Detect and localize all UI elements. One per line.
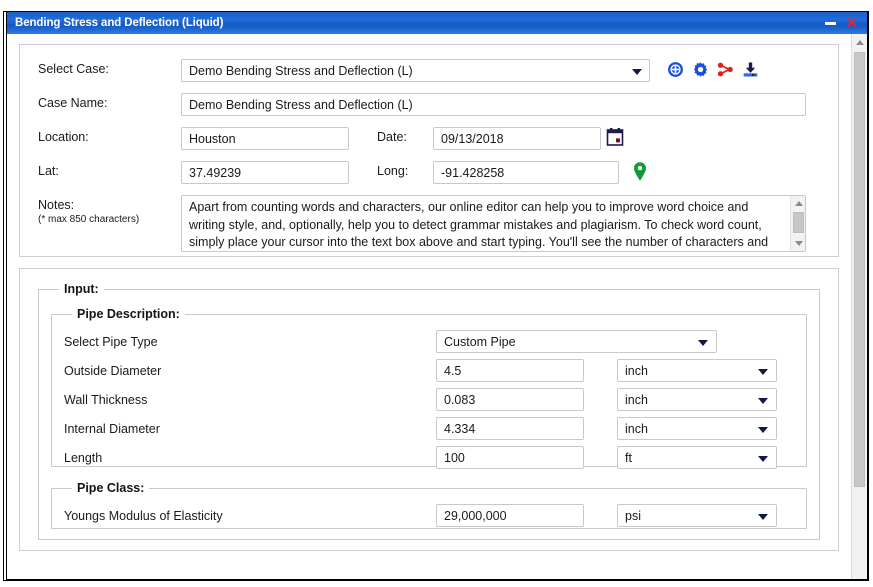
notes-textarea[interactable]: Apart from counting words and characters… [181,195,806,252]
pipe-description-legend: Pipe Description: [77,307,180,321]
notes-scroll-down-button[interactable] [791,236,805,251]
add-circle-icon[interactable] [667,61,684,78]
youngs-modulus-label: Youngs Modulus of Elasticity [64,508,223,523]
application-window: Bending Stress and Deflection (Liquid) ✕… [3,11,869,581]
download-icon[interactable] [742,61,759,78]
window-title: Bending Stress and Deflection (Liquid) [15,17,224,29]
input-panel: Input: Pipe Description: Select Pipe Typ… [19,268,839,551]
notes-label: Notes: [38,198,75,212]
internal-diameter-row: Internal Diameter inch [64,414,794,443]
notes-sublabel: (* max 850 characters) [38,214,140,225]
select-case-value: Demo Bending Stress and Deflection (L) [189,63,413,78]
wall-thickness-input[interactable] [436,388,584,411]
length-unit-dropdown[interactable]: ft [617,446,777,469]
input-legend: Input: [64,282,99,296]
outside-diameter-input[interactable] [436,359,584,382]
youngs-modulus-unit-dropdown[interactable]: psi [617,504,777,527]
length-label: Length [64,450,103,465]
scroll-down-arrow-icon [794,241,803,246]
notes-label-col: Notes: (* max 850 characters) [38,195,181,225]
lat-long-row: Lat: Long: [38,161,820,184]
case-info-panel: Select Case: Demo Bending Stress and Def… [19,44,839,257]
wall-thickness-label: Wall Thickness [64,392,148,407]
outside-diameter-label: Outside Diameter [64,363,162,378]
date-label: Date: [377,130,407,144]
pipe-type-label: Select Pipe Type [64,334,158,349]
main-scrollbar[interactable] [851,34,867,579]
internal-diameter-label: Internal Diameter [64,421,160,436]
client-area: Select Case: Demo Bending Stress and Def… [7,34,867,579]
main-scroll-thumb[interactable] [854,52,865,487]
case-name-input[interactable] [181,93,806,116]
youngs-modulus-input[interactable] [436,504,584,527]
main-scroll-up-button[interactable] [852,34,867,50]
select-case-dropdown[interactable]: Demo Bending Stress and Deflection (L) [181,59,650,82]
wall-thickness-unit-dropdown[interactable]: inch [617,388,777,411]
window-inner-frame: Bending Stress and Deflection (Liquid) ✕… [6,12,868,580]
select-case-row: Select Case: Demo Bending Stress and Def… [38,59,820,82]
case-name-label: Case Name: [38,96,108,110]
title-bar: Bending Stress and Deflection (Liquid) ✕ [7,12,867,34]
location-input[interactable] [181,127,349,150]
date-input[interactable] [433,127,601,150]
outside-diameter-unit-dropdown[interactable]: inch [617,359,777,382]
outside-diameter-unit-value: inch [625,363,648,378]
date-group: Date: [377,127,625,150]
lat-label: Lat: [38,164,59,178]
map-pin-icon[interactable] [632,161,648,183]
minimize-button[interactable] [819,13,841,33]
scrollable-content: Select Case: Demo Bending Stress and Def… [7,34,851,579]
scroll-up-arrow-icon [794,201,803,206]
share-icon[interactable] [717,61,734,78]
close-icon: ✕ [845,14,859,32]
length-row: Length ft [64,443,794,472]
pipe-type-value: Custom Pipe [444,334,516,349]
gear-icon[interactable] [692,61,709,78]
chevron-down-icon [758,397,768,404]
chevron-down-icon [758,455,768,462]
internal-diameter-unit-value: inch [625,421,648,436]
notes-scroll-thumb[interactable] [793,212,804,233]
pipe-type-row: Select Pipe Type Custom Pipe [64,327,794,356]
long-group: Long: [377,161,648,184]
chevron-down-icon [698,339,708,346]
internal-diameter-input[interactable] [436,417,584,440]
notes-scrollbar[interactable] [790,196,805,251]
select-case-label: Select Case: [38,62,109,76]
pipe-type-dropdown[interactable]: Custom Pipe [436,330,717,353]
youngs-modulus-row: Youngs Modulus of Elasticity psi [64,501,794,530]
notes-text: Apart from counting words and characters… [189,200,769,249]
notes-row: Notes: (* max 850 characters) Apart from… [38,195,820,252]
input-fieldset: Input: Pipe Description: Select Pipe Typ… [38,282,820,540]
scroll-up-arrow-icon [855,39,864,45]
calendar-icon[interactable] [605,127,625,148]
wall-thickness-row: Wall Thickness inch [64,385,794,414]
minimize-icon [824,21,836,25]
notes-scroll-up-button[interactable] [791,196,805,211]
chevron-down-icon [632,68,642,75]
long-label: Long: [377,164,409,178]
chevron-down-icon [758,368,768,375]
location-date-row: Location: Date: [38,127,820,150]
wall-thickness-unit-value: inch [625,392,648,407]
close-button[interactable]: ✕ [841,13,863,33]
long-input[interactable] [433,161,619,184]
case-toolbar [667,59,759,78]
lat-input[interactable] [181,161,349,184]
location-label: Location: [38,130,89,144]
length-unit-value: ft [625,450,632,465]
pipe-class-fieldset: Pipe Class: Youngs Modulus of Elasticity… [51,481,807,529]
chevron-down-icon [758,513,768,520]
pipe-class-legend: Pipe Class: [77,481,145,495]
outside-diameter-row: Outside Diameter inch [64,356,794,385]
chevron-down-icon [758,426,768,433]
internal-diameter-unit-dropdown[interactable]: inch [617,417,777,440]
pipe-description-fieldset: Pipe Description: Select Pipe Type Custo… [51,307,807,469]
case-name-row: Case Name: [38,93,820,116]
length-input[interactable] [436,446,584,469]
youngs-modulus-unit-value: psi [625,508,641,523]
